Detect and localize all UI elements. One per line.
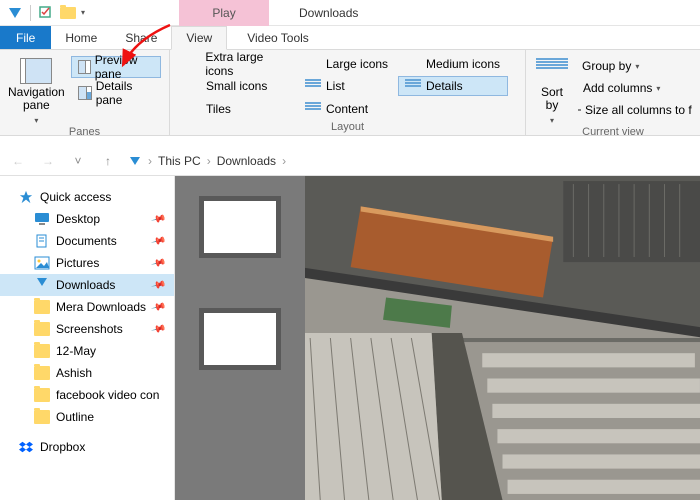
breadcrumb[interactable]: › This PC › Downloads › [128,154,286,168]
sidebar-item[interactable]: facebook video con [0,384,174,406]
navigation-pane-button[interactable]: Navigation pane ▾ [8,54,65,126]
title-bar: ▾ Play Downloads [0,0,700,26]
quick-access-toolbar: ▾ [0,2,91,24]
sidebar-item[interactable]: Desktop📌 [0,208,174,230]
sidebar-dropbox[interactable]: Dropbox [0,436,174,458]
group-by-button[interactable]: Group by ▾ [576,56,692,76]
layout-small-icons[interactable]: Small icons [178,76,298,96]
breadcrumb-bar: ← → ˅ ↑ › This PC › Downloads › [0,146,700,176]
main-area: Quick access Desktop📌Documents📌Pictures📌… [0,176,700,500]
layout-details[interactable]: Details [398,76,508,96]
sidebar-item[interactable]: Outline [0,406,174,428]
layout-tiles[interactable]: Tiles [178,99,298,119]
sidebar-item[interactable]: Mera Downloads📌 [0,296,174,318]
preview-image [305,176,700,500]
sidebar-item[interactable]: Pictures📌 [0,252,174,274]
layout-medium-icons[interactable]: Medium icons [398,54,508,74]
contextual-tab-play[interactable]: Play [179,0,269,26]
preview-pane [305,176,700,500]
tab-file[interactable]: File [0,26,51,49]
add-columns-button[interactable]: Add columns ▾ [576,78,692,98]
layout-large-icons[interactable]: Large icons [298,54,398,74]
sidebar-item[interactable]: 12-May [0,340,174,362]
ribbon-group-panes: Navigation pane ▾ Preview pane Details p… [0,50,170,135]
tab-video-tools[interactable]: Video Tools [233,26,323,49]
tab-home[interactable]: Home [51,26,111,49]
preview-pane-button[interactable]: Preview pane [71,56,161,78]
ribbon-group-current-view: Sort by ▾ Group by ▾ Add columns ▾ Size … [526,50,700,135]
qat-properties-icon[interactable] [37,2,55,24]
window-title: Downloads [299,0,358,26]
navigation-sidebar: Quick access Desktop📌Documents📌Pictures📌… [0,176,175,500]
star-icon [18,190,34,204]
tab-view[interactable]: View [171,26,227,50]
sidebar-quick-access[interactable]: Quick access [0,186,174,208]
tab-share[interactable]: Share [111,26,171,49]
sidebar-item[interactable]: Ashish [0,362,174,384]
details-pane-button[interactable]: Details pane [71,82,161,104]
ribbon-tabs: File Home Share View Video Tools [0,26,700,50]
nav-up-icon[interactable]: ↑ [98,154,118,168]
app-icon[interactable] [6,2,24,24]
layout-content[interactable]: Content [298,99,398,119]
nav-recent-icon[interactable]: ˅ [68,154,88,168]
sort-by-button[interactable]: Sort by ▾ [534,54,570,126]
qat-dropdown-icon[interactable]: ▾ [81,8,85,17]
sidebar-item[interactable]: Downloads📌 [0,274,174,296]
thumbnail-item[interactable] [199,196,281,258]
sidebar-item[interactable]: Screenshots📌 [0,318,174,340]
dropbox-icon [18,440,34,454]
sidebar-item[interactable]: Documents📌 [0,230,174,252]
nav-forward-icon[interactable]: → [38,154,58,168]
qat-new-folder-icon[interactable] [59,2,77,24]
thumbnail-column [175,176,305,500]
size-columns-button[interactable]: Size all columns to f [576,100,692,120]
content-area [175,176,700,500]
layout-extra-large-icons[interactable]: Extra large icons [178,54,298,74]
thumbnail-item[interactable] [199,308,281,370]
nav-back-icon[interactable]: ← [8,154,28,168]
layout-list[interactable]: List [298,76,398,96]
ribbon-group-layout: Extra large icons Large icons Medium ico… [170,50,526,135]
ribbon: Navigation pane ▾ Preview pane Details p… [0,50,700,136]
